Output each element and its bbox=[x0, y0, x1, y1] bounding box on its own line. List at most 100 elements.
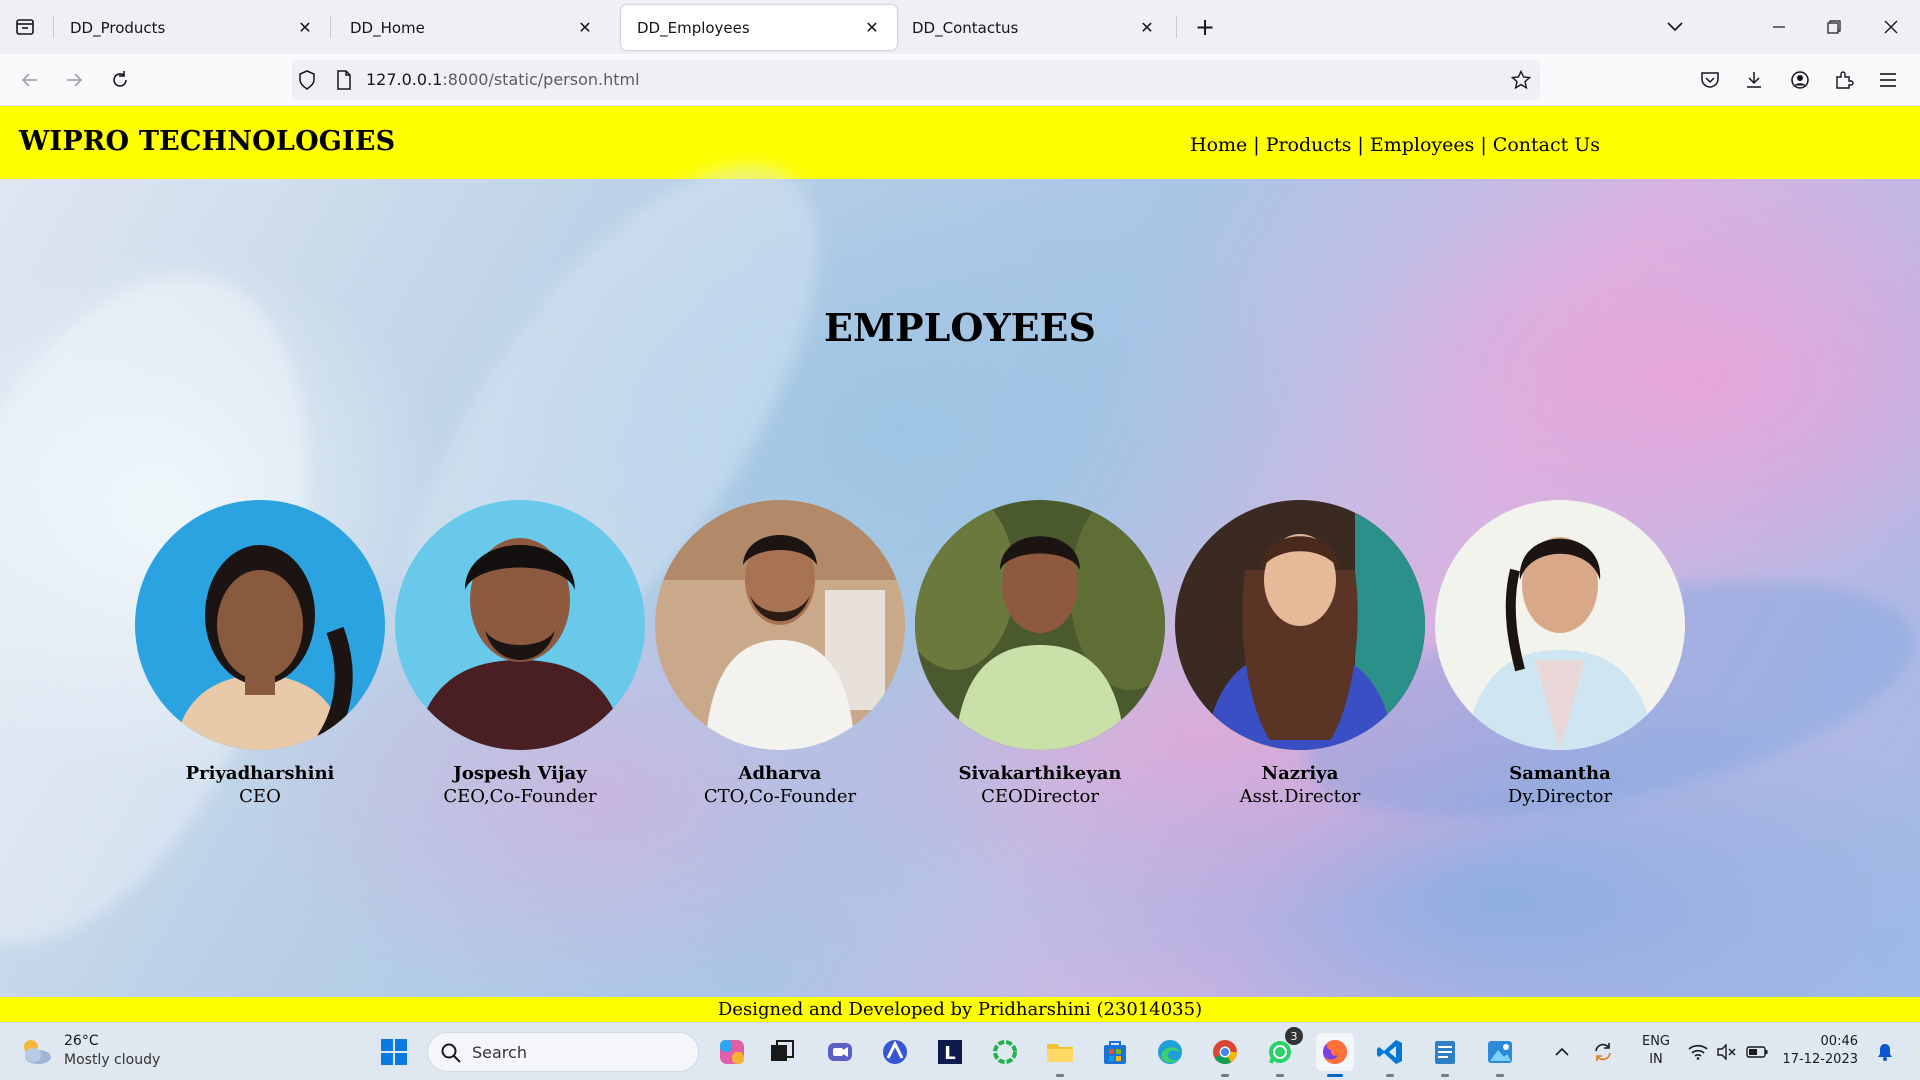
weather-temperature: 26°C bbox=[64, 1033, 99, 1049]
downloads-icon[interactable] bbox=[1736, 62, 1772, 98]
employee-name: Nazriya bbox=[1261, 763, 1339, 784]
back-icon[interactable] bbox=[12, 62, 48, 98]
tab-label: DD_Contactus bbox=[912, 18, 1019, 37]
url-text[interactable]: 127.0.0.1:8000/static/person.html bbox=[366, 70, 640, 89]
search-icon bbox=[441, 1043, 461, 1063]
url-bar[interactable]: 127.0.0.1:8000/static/person.html bbox=[292, 60, 1540, 100]
cloud-sun-icon bbox=[24, 1040, 51, 1064]
nav-employees-link[interactable]: Employees bbox=[1370, 134, 1475, 156]
taskbar: 26°C Mostly cloudy Search L 3 ENG IN 00:… bbox=[0, 1022, 1920, 1080]
nav-home-link[interactable]: Home bbox=[1190, 134, 1247, 156]
browser-nav-bar: 127.0.0.1:8000/static/person.html bbox=[0, 54, 1920, 106]
page-icon[interactable] bbox=[334, 70, 354, 90]
notepad-icon[interactable] bbox=[1426, 1033, 1464, 1077]
store-icon[interactable] bbox=[1096, 1033, 1134, 1071]
chevron-up-icon[interactable] bbox=[1546, 1023, 1578, 1080]
task-view-icon[interactable] bbox=[763, 1033, 801, 1071]
new-tab-button[interactable]: + bbox=[1190, 12, 1220, 42]
list-all-tabs-icon[interactable] bbox=[1660, 12, 1690, 42]
notification-bell-icon[interactable] bbox=[1870, 1023, 1900, 1080]
close-window-icon[interactable] bbox=[1868, 8, 1914, 46]
employee-card: Samantha Dy.Director bbox=[1430, 500, 1690, 807]
site-header: WIPRO TECHNOLOGIES Home | Products | Employe… bbox=[0, 106, 1920, 179]
minimize-icon[interactable] bbox=[1756, 8, 1802, 46]
brand-title: WIPRO TECHNOLOGIES bbox=[19, 126, 396, 157]
forward-icon[interactable] bbox=[56, 62, 92, 98]
language-indicator[interactable]: ENG IN bbox=[1636, 1033, 1676, 1069]
employee-name: Samantha bbox=[1509, 763, 1611, 784]
extensions-icon[interactable] bbox=[1826, 62, 1862, 98]
vscode-icon[interactable] bbox=[1371, 1033, 1409, 1077]
battery-icon[interactable] bbox=[1742, 1023, 1772, 1080]
weather-description: Mostly cloudy bbox=[64, 1052, 161, 1068]
svg-text:L: L bbox=[944, 1043, 955, 1064]
search-label: Search bbox=[472, 1043, 527, 1062]
close-icon[interactable]: ✕ bbox=[863, 18, 881, 37]
nav-separator: | bbox=[1480, 134, 1487, 156]
restore-icon[interactable] bbox=[1811, 8, 1857, 46]
running-indicator bbox=[1327, 1074, 1343, 1077]
employee-name: Sivakarthikeyan bbox=[958, 763, 1122, 784]
whatsapp-icon[interactable]: 3 bbox=[1261, 1027, 1303, 1077]
notification-badge: 3 bbox=[1285, 1027, 1303, 1045]
taskbar-search[interactable]: Search bbox=[427, 1032, 699, 1072]
employee-card: Jospesh Vijay CEO,Co-Founder bbox=[390, 500, 650, 807]
tab-label: DD_Home bbox=[350, 18, 425, 37]
ring-app-icon[interactable] bbox=[986, 1033, 1024, 1071]
firefox-icon[interactable] bbox=[1316, 1033, 1354, 1077]
employee-card: Nazriya Asst.Director bbox=[1170, 500, 1430, 807]
running-indicator bbox=[1496, 1074, 1504, 1077]
chrome-icon[interactable] bbox=[1206, 1033, 1244, 1077]
start-button[interactable] bbox=[375, 1033, 413, 1071]
tab-contactus[interactable]: DD_Contactus ✕ bbox=[896, 5, 1172, 50]
url-host: 127.0.0.1 bbox=[366, 70, 443, 89]
employee-role: Dy.Director bbox=[1507, 786, 1613, 807]
running-indicator bbox=[1441, 1074, 1449, 1077]
reload-icon[interactable] bbox=[102, 62, 138, 98]
running-indicator bbox=[1056, 1074, 1064, 1077]
weather-widget[interactable]: 26°C Mostly cloudy bbox=[18, 1031, 178, 1073]
arc-app-icon[interactable] bbox=[876, 1033, 914, 1071]
employee-photo bbox=[135, 500, 385, 750]
clock-date: 17-12-2023 bbox=[1782, 1052, 1858, 1067]
edge-icon[interactable] bbox=[1151, 1033, 1189, 1071]
tab-home[interactable]: DD_Home ✕ bbox=[334, 5, 610, 50]
employee-role: CEO,Co-Founder bbox=[443, 786, 597, 807]
system-clock[interactable]: 00:46 17-12-2023 bbox=[1782, 1033, 1858, 1069]
shield-icon[interactable] bbox=[297, 70, 317, 90]
sync-icon[interactable] bbox=[1586, 1023, 1620, 1080]
tab-employees[interactable]: DD_Employees ✕ bbox=[621, 5, 897, 50]
close-icon[interactable]: ✕ bbox=[576, 18, 594, 37]
bookmark-star-icon[interactable] bbox=[1511, 70, 1531, 90]
teams-meet-icon[interactable] bbox=[821, 1033, 859, 1071]
tab-overview-icon[interactable] bbox=[8, 10, 42, 44]
site-nav: Home | Products | Employees | Contact Us bbox=[1190, 134, 1600, 156]
wifi-icon[interactable] bbox=[1684, 1023, 1712, 1080]
close-icon[interactable]: ✕ bbox=[296, 18, 314, 37]
employee-photo bbox=[1175, 500, 1425, 750]
close-icon[interactable]: ✕ bbox=[1138, 18, 1156, 37]
account-icon[interactable] bbox=[1782, 62, 1818, 98]
nav-products-link[interactable]: Products bbox=[1266, 134, 1352, 156]
employee-photo bbox=[915, 500, 1165, 750]
running-indicator bbox=[1386, 1074, 1394, 1077]
copilot-icon[interactable] bbox=[713, 1033, 751, 1071]
employee-list: Priyadharshini CEO Jospesh Vijay CEO,Co-… bbox=[130, 500, 1690, 820]
menu-icon[interactable] bbox=[1870, 62, 1906, 98]
page-title: EMPLOYEES bbox=[824, 305, 1096, 350]
tab-products[interactable]: DD_Products ✕ bbox=[54, 5, 330, 50]
employee-card: Sivakarthikeyan CEODirector bbox=[910, 500, 1170, 807]
tab-label: DD_Products bbox=[70, 18, 166, 37]
pocket-icon[interactable] bbox=[1692, 62, 1728, 98]
site-footer: Designed and Developed by Pridharshini (… bbox=[0, 997, 1920, 1022]
nav-contact-link[interactable]: Contact Us bbox=[1493, 134, 1600, 156]
employee-role: CEODirector bbox=[981, 786, 1099, 807]
file-explorer-icon[interactable] bbox=[1041, 1033, 1079, 1077]
employee-role: CTO,Co-Founder bbox=[703, 786, 857, 807]
tab-label: DD_Employees bbox=[637, 18, 750, 37]
photos-icon[interactable] bbox=[1481, 1033, 1519, 1077]
employee-photo bbox=[655, 500, 905, 750]
employee-role: CEO bbox=[239, 786, 281, 807]
l-app-icon[interactable]: L bbox=[931, 1033, 969, 1071]
volume-muted-icon[interactable] bbox=[1712, 1023, 1740, 1080]
